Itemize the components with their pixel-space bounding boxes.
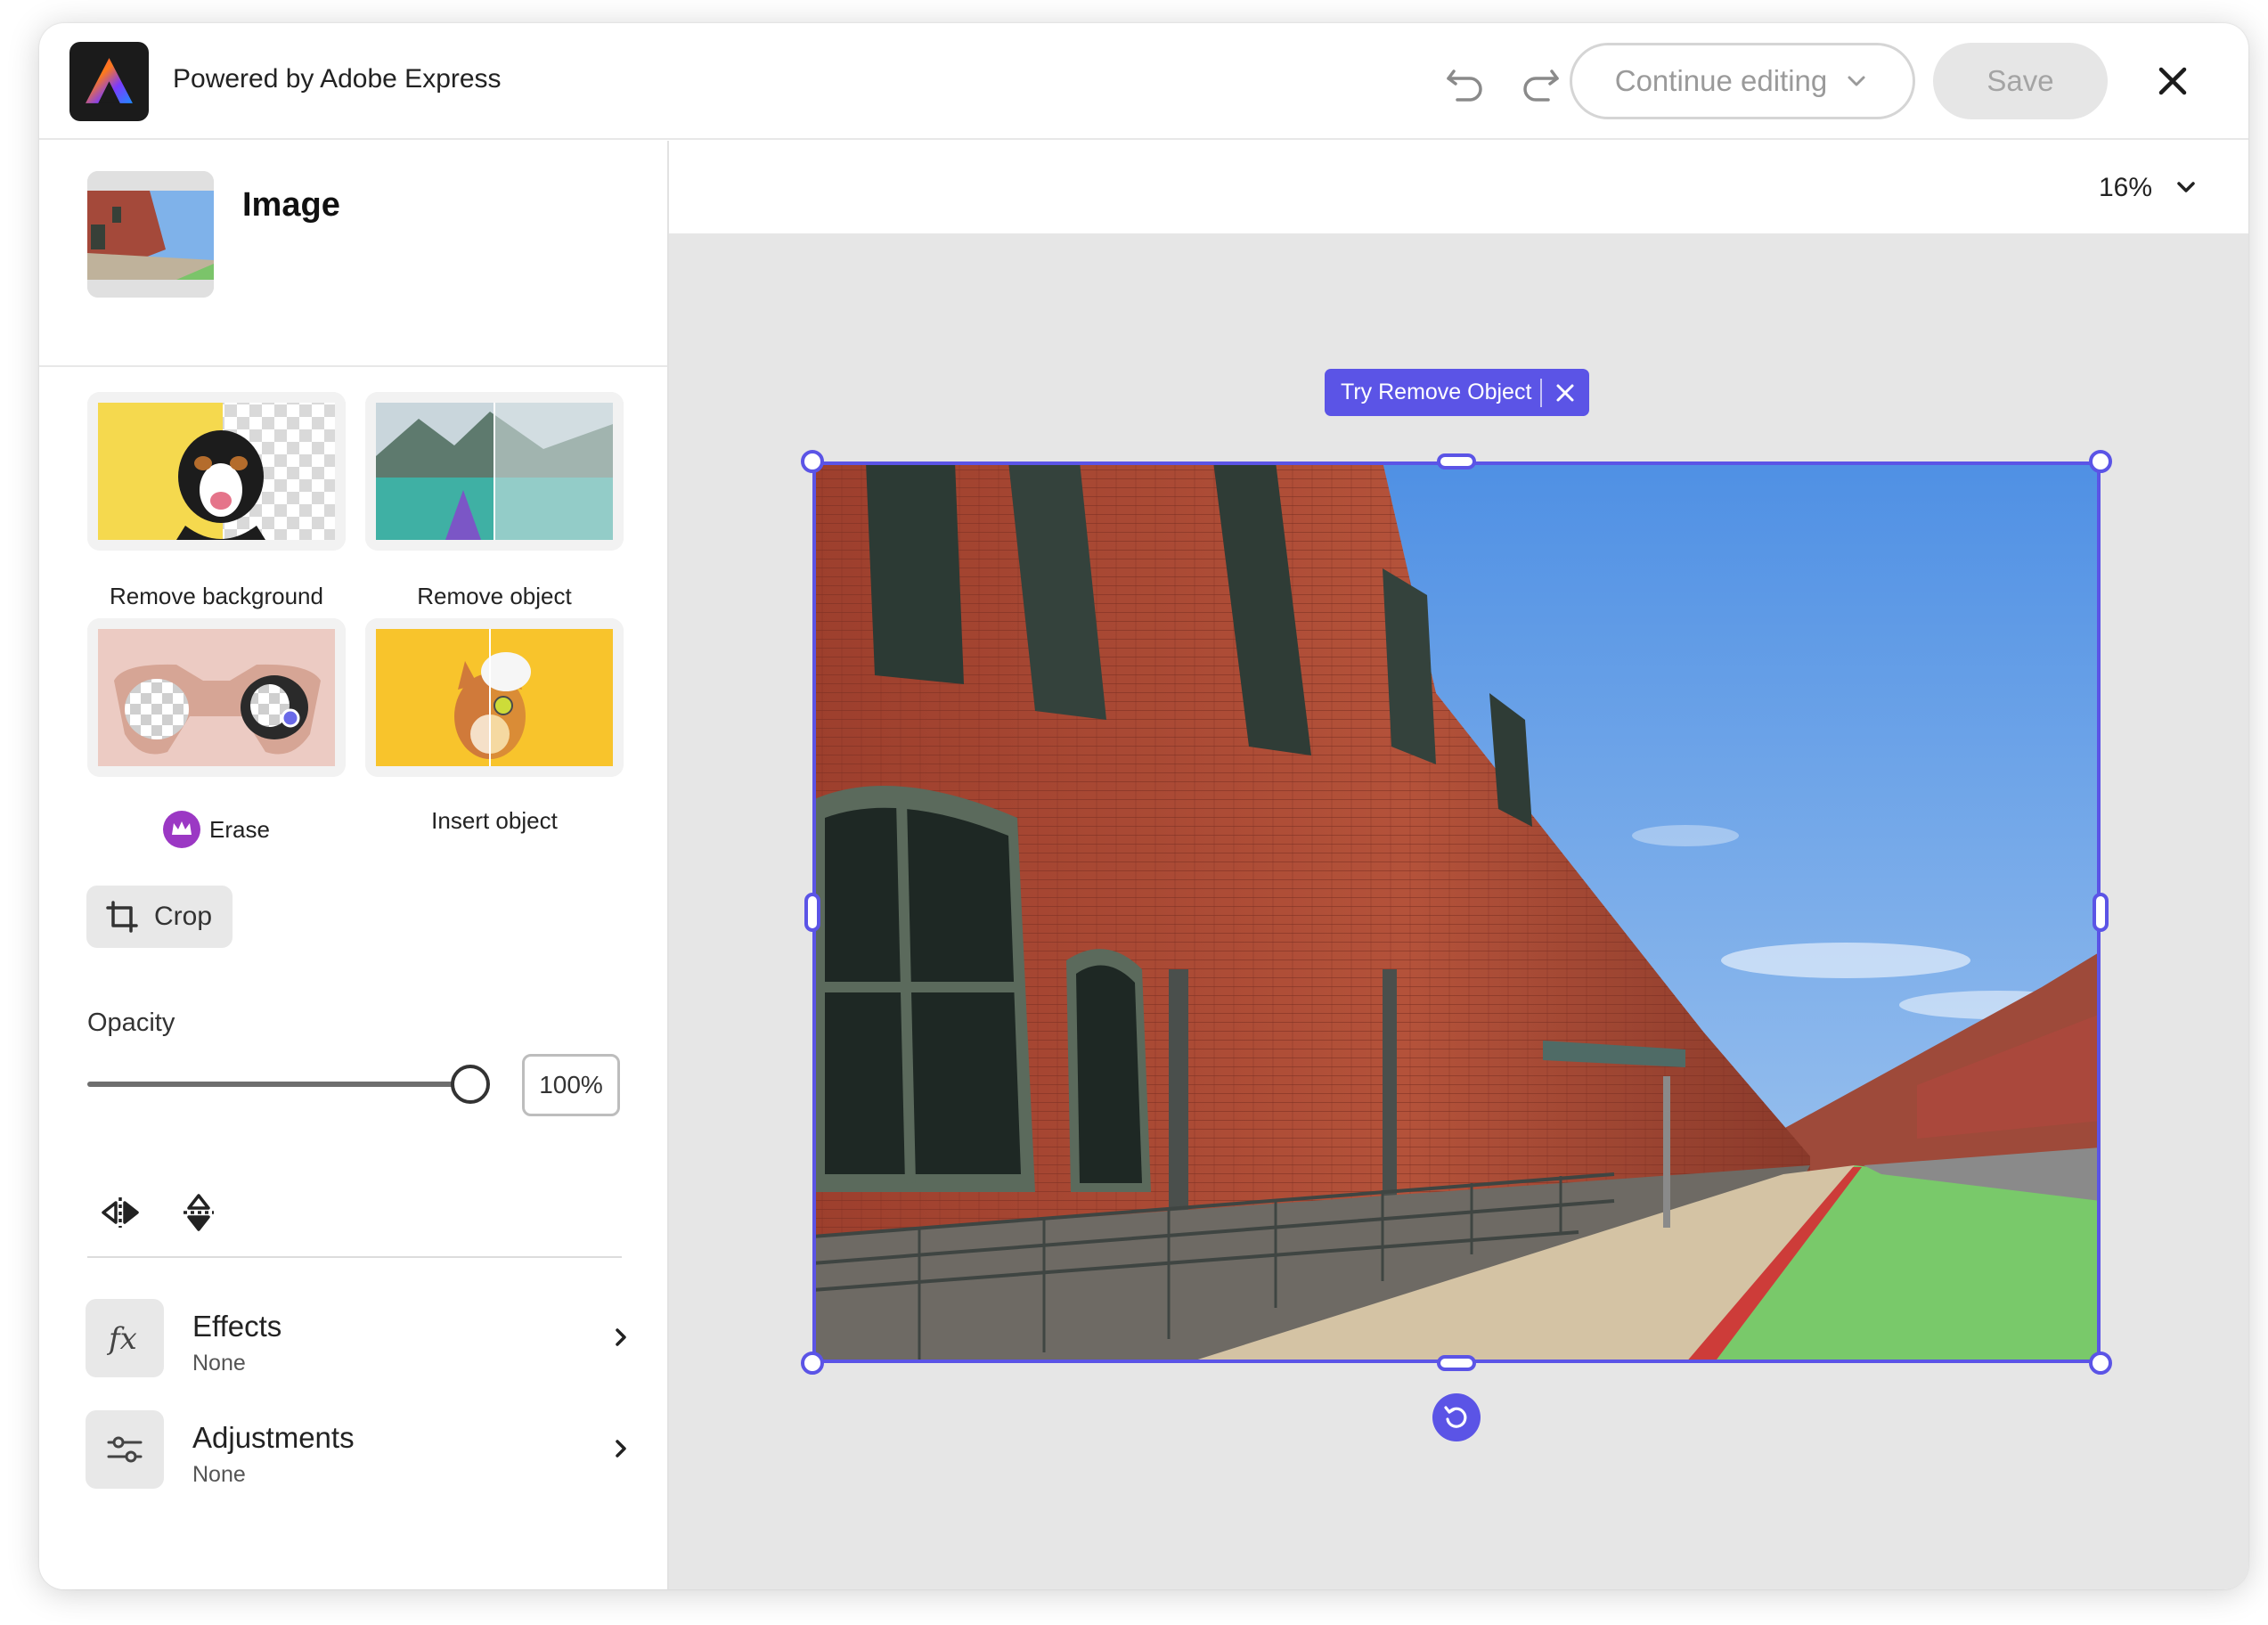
adjustments-title: Adjustments [192, 1421, 355, 1454]
remove-background-label: Remove background [110, 583, 323, 609]
try-remove-object-label[interactable]: Try Remove Object [1325, 380, 1540, 405]
premium-crown-icon [163, 811, 201, 848]
sliders-icon [86, 1410, 164, 1489]
chevron-right-icon [606, 1433, 636, 1464]
crop-icon [106, 901, 138, 933]
resize-handle-top-right[interactable] [2089, 450, 2112, 473]
remove-object-label: Remove object [417, 583, 572, 609]
opacity-slider-thumb[interactable] [451, 1065, 490, 1104]
effects-row[interactable]: fx Effects None [39, 1286, 667, 1384]
redo-icon[interactable] [1518, 59, 1564, 105]
continue-editing-label: Continue editing [1614, 64, 1828, 97]
continue-editing-button[interactable]: Continue editing [1570, 43, 1915, 119]
insert-object-label: Insert object [431, 807, 558, 834]
erase-label: Erase [209, 815, 270, 843]
editor-window: Powered by Adobe Express Continue editin… [39, 23, 2248, 1589]
resize-handle-bottom-right[interactable] [2089, 1351, 2112, 1375]
list-divider [87, 1256, 622, 1258]
rotate-icon[interactable] [1432, 1393, 1481, 1441]
remove-object-card[interactable] [365, 392, 624, 551]
opacity-slider-track[interactable] [87, 1082, 470, 1087]
fx-icon: fx [86, 1299, 164, 1377]
undo-icon[interactable] [1441, 59, 1488, 105]
header-bar: Powered by Adobe Express Continue editin… [39, 23, 2248, 140]
insert-object-card[interactable] [365, 618, 624, 777]
flip-horizontal-icon[interactable] [100, 1192, 141, 1233]
crop-button[interactable]: Crop [86, 886, 233, 948]
resize-handle-bottom-left[interactable] [801, 1351, 824, 1375]
adjustments-row[interactable]: Adjustments None [39, 1398, 667, 1496]
close-icon[interactable] [2152, 61, 2193, 102]
resize-handle-right[interactable] [2093, 893, 2109, 932]
effects-title: Effects [192, 1310, 282, 1343]
opacity-value-field[interactable]: 100% [522, 1054, 620, 1116]
adobe-express-logo [69, 42, 149, 121]
close-icon[interactable] [1542, 369, 1588, 416]
chevron-right-icon [606, 1322, 636, 1352]
image-thumbnail [87, 171, 214, 298]
crop-label: Crop [154, 902, 213, 931]
resize-handle-top-left[interactable] [801, 450, 824, 473]
app-title: Powered by Adobe Express [173, 64, 502, 94]
adjustments-subtitle: None [192, 1462, 246, 1487]
effects-subtitle: None [192, 1351, 246, 1376]
selection-box [812, 461, 2101, 1363]
flip-vertical-icon[interactable] [178, 1192, 219, 1233]
save-button[interactable]: Save [1933, 43, 2108, 119]
zoom-level[interactable]: 16% [2099, 173, 2152, 203]
section-divider [39, 365, 667, 367]
zoom-bar [669, 141, 2248, 233]
remove-background-card[interactable] [87, 392, 346, 551]
resize-handle-bottom[interactable] [1437, 1355, 1476, 1371]
resize-handle-top[interactable] [1437, 453, 1476, 470]
erase-label-row: Erase [87, 811, 346, 848]
chevron-down-icon[interactable] [2172, 173, 2200, 201]
section-title: Image [242, 186, 340, 224]
opacity-label: Opacity [87, 1008, 175, 1037]
erase-card[interactable] [87, 618, 346, 777]
resize-handle-left[interactable] [804, 893, 820, 932]
chevron-down-icon [1848, 76, 1865, 86]
try-remove-object-pill[interactable]: Try Remove Object [1325, 369, 1589, 416]
svg-text:fx: fx [106, 1321, 137, 1357]
